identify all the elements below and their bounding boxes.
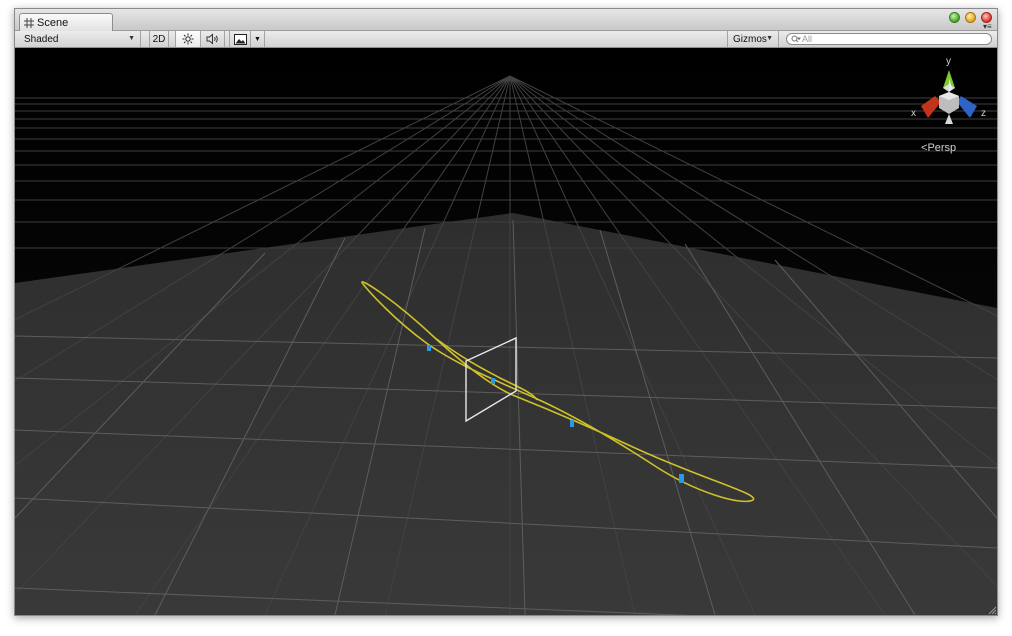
gizmo-axis-z: z xyxy=(981,108,986,119)
chevron-down-icon: ▼ xyxy=(766,35,773,42)
scene-grid-icon xyxy=(24,17,34,28)
gizmo-axis-x: x xyxy=(911,108,916,119)
panel-menu-icon[interactable]: ▾≡ xyxy=(983,23,992,31)
tab-bar: Scene ▾≡ xyxy=(15,9,997,31)
image-icon xyxy=(233,33,247,45)
resize-grip-icon[interactable] xyxy=(987,605,997,615)
gizmos-dropdown[interactable]: Gizmos ▼ xyxy=(727,31,779,47)
chevron-down-icon: ▼ xyxy=(254,35,261,43)
tab-title: Scene xyxy=(37,16,69,29)
speaker-icon xyxy=(206,33,218,45)
projection-label: Persp xyxy=(927,142,957,154)
draw-mode-dropdown[interactable]: Shaded ▼ xyxy=(15,31,141,47)
scene-lighting-button[interactable] xyxy=(175,31,201,47)
draw-mode-value: Shaded xyxy=(24,33,59,45)
scene-render: y x z xyxy=(15,48,997,615)
search-icon xyxy=(791,35,801,43)
scene-toolbar: Shaded ▼ 2D ▼ Gizmos ▼ All xyxy=(15,31,997,48)
scene-search-input[interactable]: All xyxy=(786,33,992,45)
search-placeholder: All xyxy=(802,34,813,44)
tab-scene[interactable]: Scene xyxy=(19,13,113,31)
gizmos-label: Gizmos xyxy=(733,33,767,45)
2d-mode-button[interactable]: 2D xyxy=(149,31,169,47)
chevron-down-icon: ▼ xyxy=(128,35,135,42)
scene-effects-button[interactable] xyxy=(229,31,251,47)
projection-toggle[interactable]: <Persp xyxy=(921,142,956,154)
effects-dropdown-arrow[interactable]: ▼ xyxy=(251,31,265,47)
minimize-window-button[interactable] xyxy=(965,12,976,23)
gizmo-axis-y: y xyxy=(946,56,951,67)
scene-window: Scene ▾≡ Shaded ▼ 2D ▼ Gizmos ▼ All y x … xyxy=(14,8,998,616)
zoom-window-button[interactable] xyxy=(949,12,960,23)
2d-mode-label: 2D xyxy=(152,33,166,45)
scene-audio-button[interactable] xyxy=(201,31,225,47)
sun-icon xyxy=(182,33,194,45)
scene-viewport[interactable]: y x z <Persp xyxy=(15,48,997,615)
